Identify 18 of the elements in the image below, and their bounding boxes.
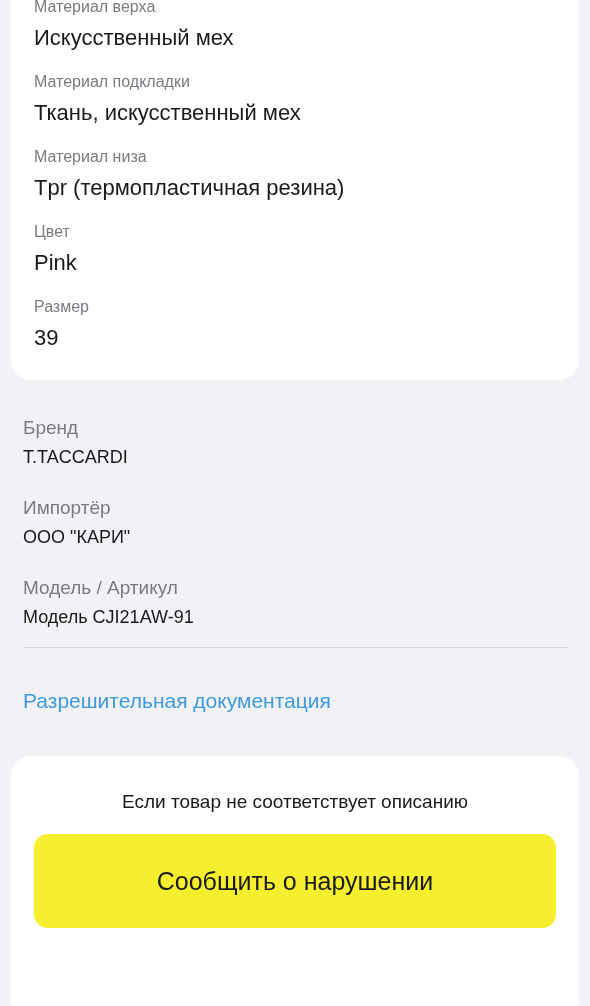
spec-label: Цвет — [34, 222, 71, 242]
detail-value: ООО "КАРИ" — [23, 526, 132, 549]
spec-value: Tpr (термопластичная резина) — [34, 174, 346, 202]
spec-value: Искусственный мех — [34, 24, 235, 52]
detail-label: Модель / Артикул — [23, 576, 179, 600]
spec-value: 39 — [34, 324, 60, 352]
spec-value: Pink — [34, 249, 78, 277]
detail-label: Импортёр — [23, 496, 112, 520]
detail-value: T.TACCARDI — [23, 446, 129, 469]
spec-label: Материал низа — [34, 147, 148, 167]
detail-value: Модель CJI21AW-91 — [23, 606, 195, 629]
spec-label: Материал верха — [34, 0, 157, 17]
spec-value: Ткань, искусственный мех — [34, 99, 302, 127]
report-note: Если товар не соответствует описанию — [121, 790, 468, 814]
spec-label: Материал подкладки — [34, 72, 191, 92]
detail-label: Бренд — [23, 416, 80, 440]
report-button[interactable]: Сообщить о нарушении — [34, 834, 556, 928]
spec-label: Размер — [34, 297, 90, 317]
